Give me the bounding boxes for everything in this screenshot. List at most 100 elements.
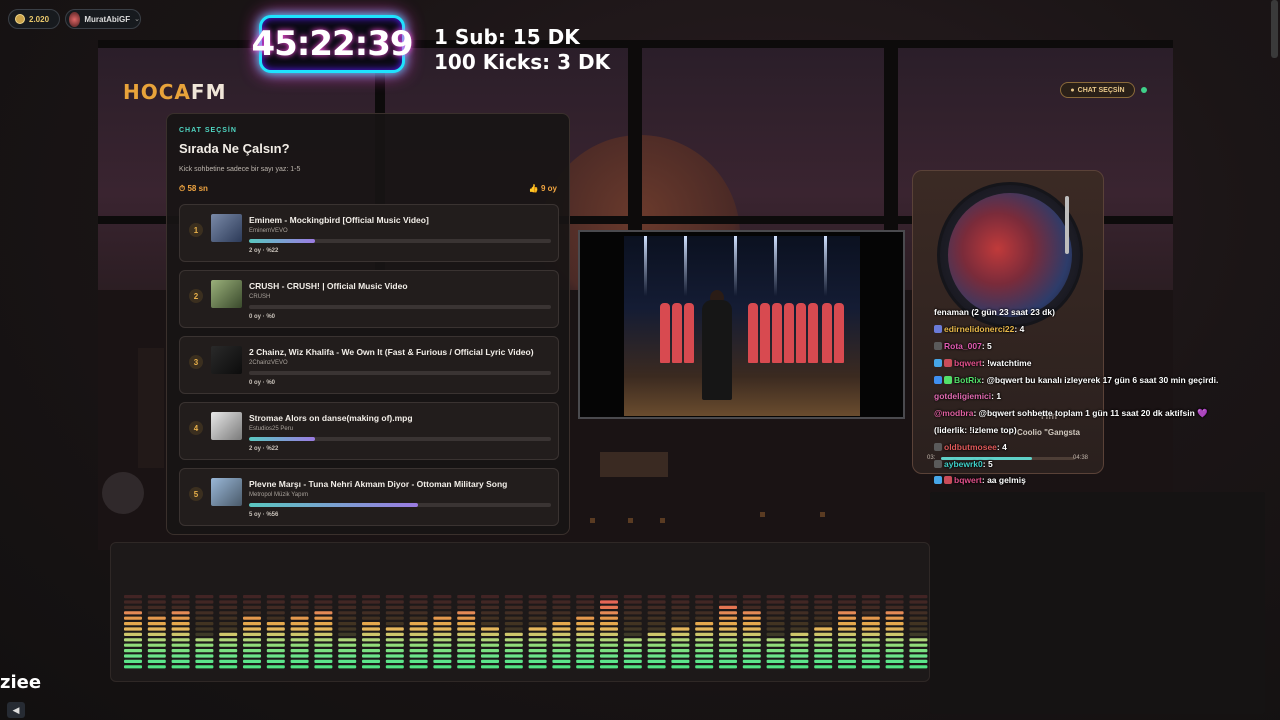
equalizer-segment — [338, 638, 357, 642]
equalizer-segment — [504, 638, 523, 642]
video-player[interactable] — [578, 230, 905, 419]
equalizer-segment — [742, 643, 761, 647]
equalizer-segment — [147, 600, 166, 604]
equalizer-segment — [909, 605, 928, 609]
chat-username[interactable]: oldbutmosee — [944, 442, 997, 452]
equalizer-segment — [385, 654, 404, 658]
equalizer-segment — [147, 616, 166, 620]
chat-username[interactable]: Rota_007 — [944, 341, 982, 351]
equalizer-segment — [409, 622, 428, 626]
volume-icon[interactable]: ◀ — [7, 702, 25, 718]
equalizer-segment — [909, 638, 928, 642]
chat-text: : 4 — [996, 441, 1007, 452]
equalizer-segment — [647, 665, 666, 669]
equalizer-segment — [266, 627, 285, 631]
equalizer-segment — [838, 627, 856, 631]
equalizer-segment — [147, 605, 166, 609]
equalizer-segment — [790, 659, 809, 663]
chat-message: oldbutmosee : 4 — [934, 438, 1264, 455]
equalizer-segment — [695, 659, 714, 663]
option-progress-fill — [249, 239, 316, 243]
equalizer-segment — [290, 659, 309, 663]
equalizer-segment — [314, 649, 333, 653]
badge-icon — [934, 341, 942, 350]
equalizer-segment — [909, 611, 928, 615]
equalizer-segment — [600, 595, 618, 599]
equalizer-segment — [790, 600, 809, 604]
equalizer-segment — [362, 600, 380, 604]
equalizer-segment — [623, 638, 642, 642]
city-light — [820, 512, 825, 517]
equalizer-segment — [814, 600, 833, 604]
chat-username[interactable]: BotRix — [954, 375, 981, 385]
subathon-timer: 45:22:39 — [251, 15, 414, 73]
option-artist: 2ChainzVEVO — [249, 360, 288, 366]
equalizer-segment — [623, 643, 642, 647]
chat-text: : aa gelmiş — [981, 475, 1026, 486]
equalizer-segment — [409, 605, 428, 609]
equalizer-segment — [885, 595, 904, 599]
equalizer-segment — [266, 616, 285, 620]
choir-singer — [760, 303, 770, 363]
equalizer-segment — [171, 638, 190, 642]
equalizer-segment — [814, 627, 833, 631]
equalizer-segment — [885, 665, 904, 669]
city-building — [138, 348, 164, 468]
equalizer-segment — [528, 659, 547, 663]
equalizer-segment — [647, 632, 666, 636]
chat-username[interactable]: bqwert — [954, 475, 982, 485]
chat-message: BotRix : @bqwert bu kanalı izleyerek 17 … — [934, 371, 1264, 388]
chat-username[interactable]: @modbra — [934, 408, 973, 418]
scrollbar[interactable] — [1271, 0, 1278, 58]
equalizer-segment — [481, 611, 499, 615]
equalizer-segment — [790, 654, 809, 658]
equalizer-segment — [790, 627, 809, 631]
badge-icon — [934, 459, 942, 468]
chat-text: : 5 — [981, 340, 992, 351]
equalizer-segment — [885, 659, 904, 663]
equalizer-segment — [861, 638, 880, 642]
equalizer-segment — [623, 665, 642, 669]
equalizer-segment — [576, 600, 595, 604]
chat-text: (liderlik: !izleme top) — [934, 424, 1017, 435]
equalizer-bars — [124, 595, 928, 669]
equalizer-segment — [385, 638, 404, 642]
equalizer-segment — [504, 654, 523, 658]
equalizer-segment — [171, 649, 190, 653]
equalizer-segment — [647, 600, 666, 604]
option-votes: 0 oy · %0 — [249, 314, 276, 320]
equalizer-segment — [219, 659, 238, 663]
equalizer-segment — [552, 627, 571, 631]
poll-option: 4 Stromae Alors on danse(making of).mpg … — [179, 402, 559, 460]
equalizer-segment — [124, 665, 142, 669]
equalizer-segment — [290, 643, 309, 647]
equalizer-segment — [504, 643, 523, 647]
chat-username[interactable]: aybewrk0 — [944, 459, 983, 469]
equalizer-segment — [814, 622, 833, 626]
chat-message: bqwert : !watchtime — [934, 354, 1264, 371]
chat-username[interactable]: gotdeligiemici — [934, 391, 991, 401]
option-thumbnail — [211, 478, 242, 506]
equalizer-segment — [671, 627, 690, 631]
equalizer-segment — [171, 600, 190, 604]
equalizer-segment — [219, 622, 238, 626]
chat-username[interactable]: bqwert — [954, 358, 982, 368]
equalizer-segment — [266, 654, 285, 658]
equalizer-segment — [766, 654, 785, 658]
equalizer-segment — [314, 632, 333, 636]
badge-icon — [934, 358, 942, 367]
equalizer-segment — [600, 643, 618, 647]
equalizer-segment — [504, 665, 523, 669]
equalizer-segment — [552, 600, 571, 604]
chat-username[interactable]: edirnelidonerci22 — [944, 324, 1014, 334]
coin-icon — [15, 14, 25, 24]
equalizer-segment — [719, 595, 737, 599]
equalizer-segment — [909, 622, 928, 626]
video-frame-image — [624, 236, 860, 416]
equalizer-segment — [433, 627, 452, 631]
equalizer-segment — [790, 605, 809, 609]
equalizer-segment — [623, 600, 642, 604]
equalizer-segment — [528, 654, 547, 658]
coin-balance[interactable]: 2.020 — [8, 9, 60, 29]
user-menu[interactable]: MuratAbiGF ⌄ — [65, 9, 141, 29]
